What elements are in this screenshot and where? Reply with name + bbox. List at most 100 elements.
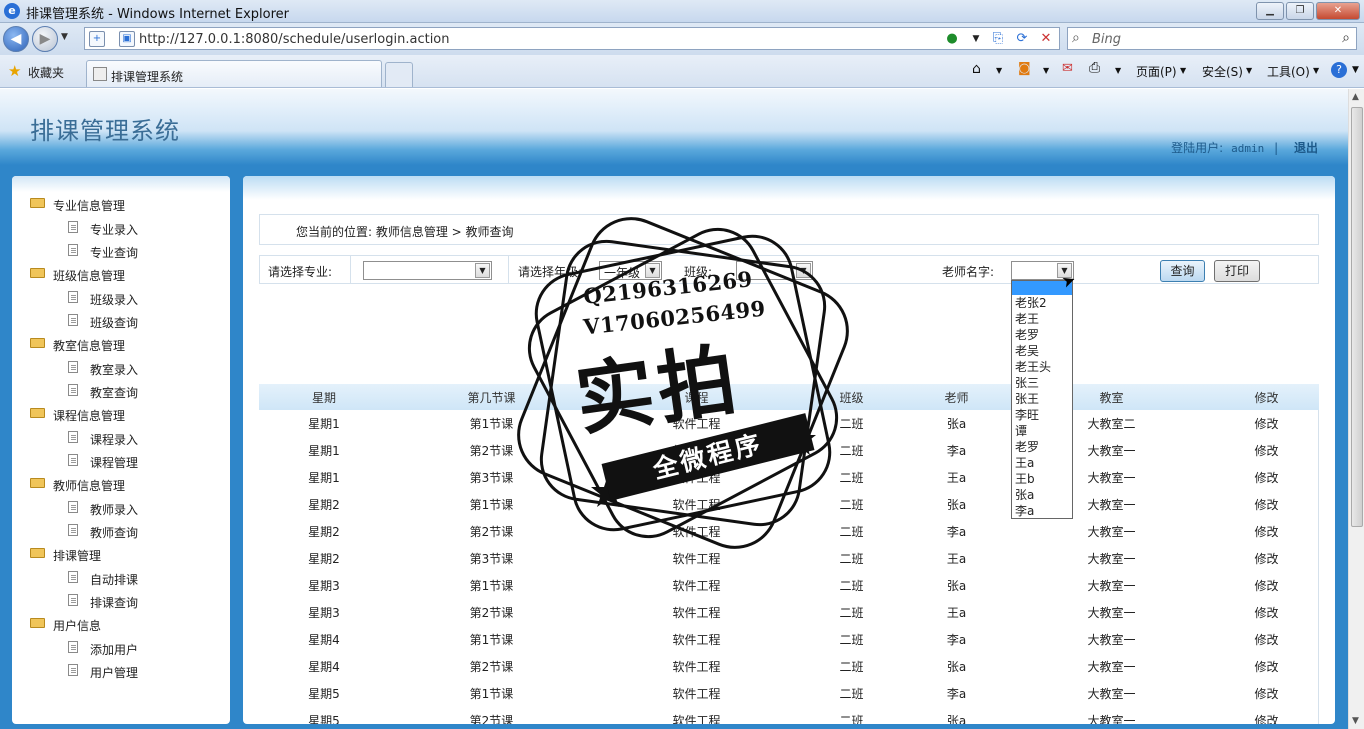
feeds-icon[interactable]: ◙ — [1018, 61, 1031, 76]
sidebar-item-label: 教室查询 — [90, 386, 139, 400]
stop-icon[interactable]: ✕ — [1037, 30, 1055, 48]
dropdown-option[interactable]: 老王头 — [1012, 359, 1072, 375]
edit-link[interactable]: 修改 — [1214, 626, 1319, 653]
favorites-label[interactable]: 收藏夹 — [28, 64, 64, 81]
sidebar-item[interactable]: 专业查询 — [12, 239, 230, 262]
edit-link[interactable]: 修改 — [1214, 410, 1319, 437]
grade-select[interactable]: 一年级 ▼ — [599, 261, 662, 280]
menu-page[interactable]: 页面(P) — [1136, 63, 1177, 80]
sidebar-item[interactable]: 课程管理 — [12, 449, 230, 472]
search-go-icon[interactable]: ⌕ — [1342, 30, 1350, 46]
table-row: 星期3 第2节课 软件工程 二班 王a 大教室一 修改 — [259, 599, 1319, 626]
major-select[interactable]: ▼ — [363, 261, 492, 280]
edit-link[interactable]: 修改 — [1214, 491, 1319, 518]
dropdown-option[interactable]: 张a — [1012, 487, 1072, 503]
teacher-dropdown-list[interactable]: 老张2 老王 老罗 老吴 老王头 张三 张王 李旺谭老罗 王a 王b 张a 李a — [1011, 280, 1073, 519]
sidebar-item[interactable]: 班级查询 — [12, 309, 230, 332]
page-dropdown-icon[interactable]: ▼ — [1180, 66, 1186, 75]
tools-dropdown-icon[interactable]: ▼ — [1313, 66, 1319, 75]
scroll-down-icon[interactable]: ▼ — [1352, 716, 1359, 726]
dropdown-option[interactable]: 张三 — [1012, 375, 1072, 391]
edit-link[interactable]: 修改 — [1214, 545, 1319, 572]
close-window-button[interactable]: ✕ — [1316, 2, 1360, 20]
scrollbar-thumb[interactable] — [1351, 107, 1363, 527]
sidebar-group[interactable]: 班级信息管理 — [12, 262, 230, 286]
sidebar-item[interactable]: 班级录入 — [12, 286, 230, 309]
search-field[interactable]: ⌕ Bing ⌕ — [1067, 27, 1357, 50]
sidebar-item[interactable]: 自动排课 — [12, 566, 230, 589]
edit-link[interactable]: 修改 — [1214, 572, 1319, 599]
dropdown-option[interactable]: 王b — [1012, 471, 1072, 487]
dropdown-option[interactable]: 老吴 — [1012, 343, 1072, 359]
page-scrollbar[interactable]: ▲ ▼ — [1348, 89, 1364, 729]
table-cell: 大教室一 — [1087, 687, 1136, 701]
help-icon[interactable]: ? — [1331, 62, 1347, 78]
logout-link[interactable]: 退出 — [1294, 141, 1318, 155]
sidebar-item[interactable]: 专业录入 — [12, 216, 230, 239]
print-button[interactable]: 打印 — [1214, 260, 1260, 282]
maximize-button[interactable]: ❐ — [1286, 2, 1314, 20]
sidebar-item[interactable]: 用户管理 — [12, 659, 230, 682]
table-cell: 二班 — [839, 606, 864, 620]
dropdown-option[interactable]: 老罗 — [1012, 439, 1072, 455]
menu-tools[interactable]: 工具(O) — [1267, 63, 1310, 80]
edit-link[interactable]: 修改 — [1214, 680, 1319, 707]
forward-button[interactable]: ▶ — [32, 26, 58, 52]
edit-link[interactable]: 修改 — [1214, 437, 1319, 464]
favorites-star-icon[interactable]: ★ — [8, 62, 21, 80]
sidebar-item[interactable]: 教师录入 — [12, 496, 230, 519]
dropdown-option[interactable]: 王a — [1012, 455, 1072, 471]
dropdown-option[interactable]: 李旺 — [1012, 407, 1072, 423]
scroll-up-icon[interactable]: ▲ — [1352, 92, 1359, 102]
sidebar-group[interactable]: 排课管理 — [12, 542, 230, 566]
sidebar-group[interactable]: 教师信息管理 — [12, 472, 230, 496]
feeds-dropdown-icon[interactable]: ▼ — [1043, 66, 1049, 75]
refresh-icon[interactable]: ⟳ — [1013, 30, 1031, 48]
help-dropdown-icon[interactable]: ▼ — [1352, 65, 1359, 75]
table-row: 星期2 第2节课 软件工程 二班 李a 大教室一 修改 — [259, 518, 1319, 545]
sidebar-item[interactable]: 排课查询 — [12, 589, 230, 612]
edit-link[interactable]: 修改 — [1214, 707, 1319, 724]
dropdown-option[interactable]: 老王 — [1012, 311, 1072, 327]
url-text[interactable]: http://127.0.0.1:8080/schedule/userlogin… — [139, 32, 450, 47]
mail-icon[interactable]: ✉ — [1062, 61, 1073, 76]
home-dropdown-icon[interactable]: ▼ — [996, 66, 1002, 75]
edit-link[interactable]: 修改 — [1214, 464, 1319, 491]
query-button[interactable]: 查询 — [1160, 260, 1205, 282]
back-button[interactable]: ◀ — [3, 26, 29, 52]
sidebar-item[interactable]: 教室查询 — [12, 379, 230, 402]
menu-safety[interactable]: 安全(S) — [1202, 63, 1243, 80]
history-dropdown-icon[interactable]: ▼ — [61, 32, 68, 42]
sidebar-item-label: 用户管理 — [90, 666, 139, 680]
dropdown-option[interactable]: 张王 — [1012, 391, 1072, 407]
sidebar-group[interactable]: 教室信息管理 — [12, 332, 230, 356]
compat-view-icon[interactable]: ● — [943, 30, 961, 48]
safety-dropdown-icon[interactable]: ▼ — [1246, 66, 1252, 75]
dropdown-option[interactable]: 老罗 — [1012, 327, 1072, 343]
edit-link[interactable]: 修改 — [1214, 599, 1319, 626]
url-field[interactable]: + ▣ http://127.0.0.1:8080/schedule/userl… — [84, 27, 1060, 50]
class-select[interactable]: ▼ — [736, 261, 813, 280]
sidebar-item[interactable]: 教室录入 — [12, 356, 230, 379]
edit-link[interactable]: 修改 — [1214, 518, 1319, 545]
url-dropdown-icon[interactable]: ▼ — [967, 30, 985, 48]
sidebar-group[interactable]: 用户信息 — [12, 612, 230, 636]
sidebar-item[interactable]: 教师查询 — [12, 519, 230, 542]
sidebar-item[interactable]: 添加用户 — [12, 636, 230, 659]
print-dropdown-icon[interactable]: ▼ — [1115, 66, 1121, 75]
minimize-button[interactable]: ▁ — [1256, 2, 1284, 20]
edit-link[interactable]: 修改 — [1214, 653, 1319, 680]
sidebar-group[interactable]: 课程信息管理 — [12, 402, 230, 426]
print-icon[interactable]: ⎙ — [1089, 60, 1100, 76]
dropdown-option[interactable]: 李a — [1012, 503, 1072, 519]
main-top — [243, 176, 1335, 200]
sidebar-item[interactable]: 课程录入 — [12, 426, 230, 449]
home-icon[interactable]: ⌂ — [972, 61, 981, 77]
dropdown-option[interactable]: 老张2 — [1012, 295, 1072, 311]
new-tab-button[interactable] — [385, 62, 413, 87]
security-shield-icon[interactable]: + — [89, 31, 105, 47]
sidebar-group[interactable]: 专业信息管理 — [12, 192, 230, 216]
dropdown-option[interactable]: 谭 — [1012, 423, 1072, 439]
browser-tab[interactable]: 排课管理系统 — [86, 60, 382, 87]
compatibility-icon[interactable]: ⎘ — [989, 30, 1007, 48]
